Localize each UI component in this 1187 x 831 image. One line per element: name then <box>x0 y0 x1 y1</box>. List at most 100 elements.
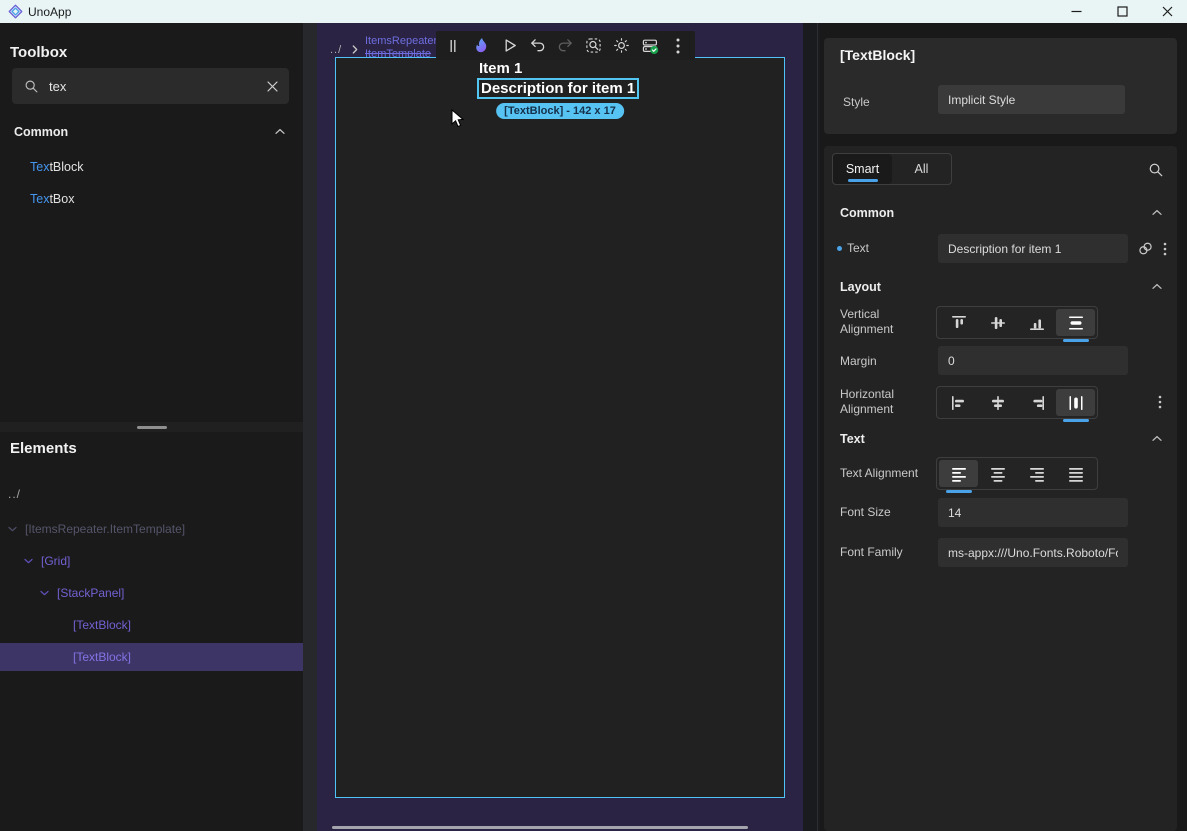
chevron-up-icon[interactable] <box>1152 435 1162 442</box>
toolbar-more-button[interactable] <box>667 35 689 57</box>
valign-stretch-button[interactable] <box>1056 309 1095 336</box>
valign-top-button[interactable] <box>939 309 978 336</box>
toolbox-search[interactable] <box>12 68 289 104</box>
minimize-icon <box>1071 6 1082 17</box>
style-input[interactable] <box>938 85 1125 114</box>
textalign-left-button[interactable] <box>939 460 978 487</box>
horizontal-alignment-label: Horizontal Alignment <box>840 387 925 417</box>
element-picker-button[interactable] <box>583 35 605 57</box>
toolbox-item-textbox[interactable]: TextBox <box>0 185 303 213</box>
text-align-right-icon <box>1027 464 1047 484</box>
text-alignment-group <box>936 457 1098 490</box>
align-vstretch-icon <box>1066 313 1086 333</box>
play-icon <box>501 37 518 54</box>
font-family-label: Font Family <box>840 545 903 560</box>
binding-link-icon[interactable] <box>1137 240 1154 257</box>
app-logo-icon <box>8 4 23 19</box>
tab-all[interactable]: All <box>892 154 951 184</box>
inspector-tabs: Smart All <box>832 153 952 185</box>
tree-item-itemsrepeater-itemtemplate[interactable]: [ItemsRepeater.ItemTemplate] <box>0 515 303 543</box>
design-surface[interactable]: Item 1 Description for item 1 [TextBlock… <box>335 57 785 798</box>
textalign-right-button[interactable] <box>1017 460 1056 487</box>
font-size-input[interactable] <box>938 498 1128 527</box>
chevron-up-icon[interactable] <box>1152 283 1162 290</box>
search-clear-button[interactable] <box>256 81 289 92</box>
toolbox-item-rest: tBlock <box>49 160 83 174</box>
theme-toggle-button[interactable] <box>611 35 633 57</box>
tree-item-label: [StackPanel] <box>57 586 124 600</box>
style-label: Style <box>843 95 870 110</box>
window-title: UnoApp <box>28 5 71 19</box>
halign-stretch-button[interactable] <box>1056 389 1095 416</box>
canvas-horizontal-scrollbar[interactable] <box>332 826 748 829</box>
left-panel: Toolbox Common TextBlock TextBox <box>0 23 303 831</box>
tree-root-up[interactable]: ../ <box>8 487 21 501</box>
textblock-item-title[interactable]: Item 1 <box>477 60 644 77</box>
stackpanel-preview: Item 1 Description for item 1 <box>477 60 644 99</box>
valign-bottom-button[interactable] <box>1017 309 1056 336</box>
horizontal-alignment-group <box>936 386 1098 419</box>
left-gutter <box>303 23 317 831</box>
toolbox-item-textblock[interactable]: TextBlock <box>0 153 303 181</box>
toolbox-item-rest: tBox <box>49 192 74 206</box>
toolbox-section-common[interactable]: Common <box>0 119 303 145</box>
chevron-right-icon <box>352 45 358 54</box>
font-size-label: Font Size <box>840 505 891 520</box>
tree-item-stackpanel[interactable]: [StackPanel] <box>0 579 303 607</box>
close-button[interactable] <box>1150 0 1184 23</box>
undo-button[interactable] <box>526 35 548 57</box>
breadcrumb-itemsrepeater[interactable]: ItemsRepeater <box>365 35 437 48</box>
textblock-description-selected[interactable]: Description for item 1 <box>477 78 639 99</box>
vertical-alignment-label: Vertical Alignment <box>840 307 925 337</box>
selected-indicator <box>1063 339 1089 342</box>
margin-input[interactable] <box>938 346 1128 375</box>
tree-item-textblock-2-selected[interactable]: [TextBlock] <box>0 643 303 671</box>
halign-center-button[interactable] <box>978 389 1017 416</box>
textalign-justify-button[interactable] <box>1056 460 1095 487</box>
titlebar: UnoApp <box>0 0 1187 23</box>
play-button[interactable] <box>498 35 520 57</box>
halign-left-button[interactable] <box>939 389 978 416</box>
server-status-button[interactable] <box>639 35 661 57</box>
chevron-down-icon[interactable] <box>40 590 49 596</box>
splitter-handle[interactable] <box>137 426 167 429</box>
selected-indicator <box>1063 419 1089 422</box>
redo-button[interactable] <box>554 35 576 57</box>
drag-handle-icon <box>449 39 457 53</box>
toolbox-search-input[interactable] <box>49 79 256 94</box>
toolbar-drag-handle[interactable] <box>442 35 464 57</box>
halign-right-button[interactable] <box>1017 389 1056 416</box>
element-picker-icon <box>585 37 602 54</box>
section-header-layout[interactable]: Layout <box>840 280 881 294</box>
text-align-justify-icon <box>1066 464 1086 484</box>
tree-item-label: [TextBlock] <box>73 650 131 664</box>
text-property-input[interactable] <box>938 234 1128 263</box>
tree-item-grid[interactable]: [Grid] <box>0 547 303 575</box>
tab-smart[interactable]: Smart <box>833 154 892 184</box>
maximize-icon <box>1117 6 1128 17</box>
breadcrumb-up[interactable]: ../ <box>330 44 342 56</box>
panel-divider <box>817 23 818 831</box>
align-top-icon <box>949 313 969 333</box>
hot-reload-button[interactable] <box>470 35 492 57</box>
alignment-more-icon[interactable] <box>1158 395 1162 409</box>
valign-center-button[interactable] <box>978 309 1017 336</box>
textalign-center-button[interactable] <box>978 460 1017 487</box>
toolbox-item-match: Tex <box>30 192 49 206</box>
section-header-common[interactable]: Common <box>840 206 894 220</box>
align-left-icon <box>949 393 969 413</box>
undo-icon <box>529 37 546 54</box>
chevron-down-icon[interactable] <box>8 526 17 532</box>
chevron-up-icon[interactable] <box>1152 209 1162 216</box>
font-family-input[interactable] <box>938 538 1128 567</box>
properties-search-icon[interactable] <box>1148 162 1164 178</box>
minimize-button[interactable] <box>1059 0 1093 23</box>
toolbox-title: Toolbox <box>10 44 67 61</box>
tab-label: Smart <box>846 162 879 176</box>
text-property-menu-icon[interactable] <box>1163 242 1167 256</box>
maximize-button[interactable] <box>1105 0 1139 23</box>
text-align-center-icon <box>988 464 1008 484</box>
tree-item-textblock-1[interactable]: [TextBlock] <box>0 611 303 639</box>
section-header-text[interactable]: Text <box>840 432 865 446</box>
chevron-down-icon[interactable] <box>24 558 33 564</box>
